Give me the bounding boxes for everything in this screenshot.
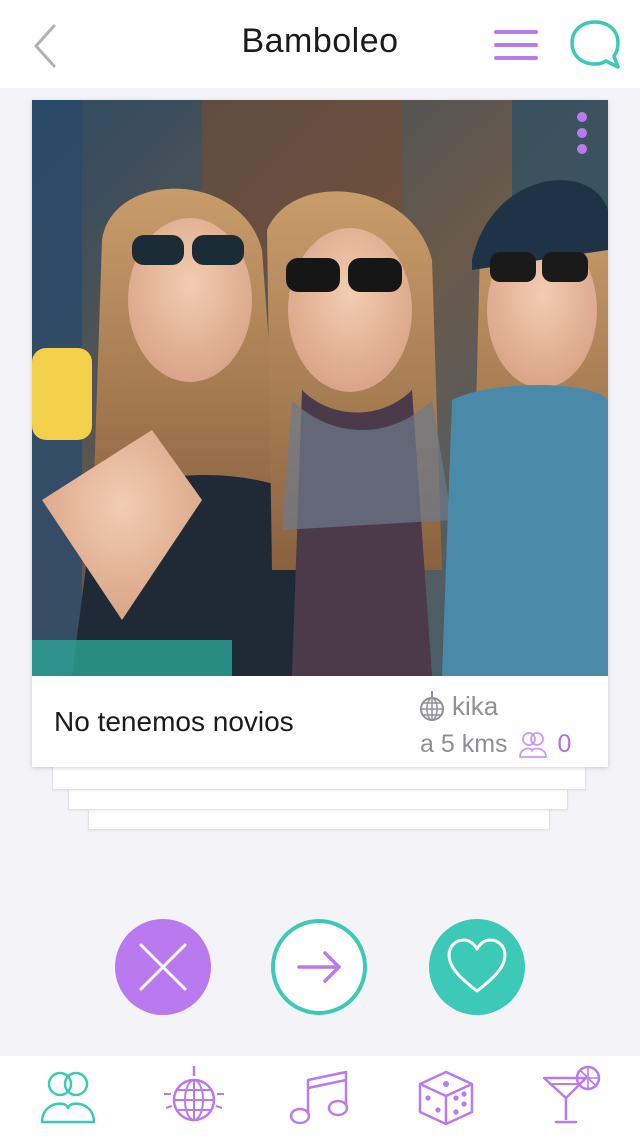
hamburger-menu-icon [494,30,538,60]
like-button[interactable] [429,919,525,1015]
page-title: Bamboleo [241,22,399,60]
arrow-right-icon [297,951,341,983]
reject-button[interactable] [115,919,211,1015]
group-selfie-photo [32,100,608,676]
top-bar: Bamboleo [0,0,640,88]
card-title: No tenemos novios [54,706,294,737]
profile-card[interactable]: No tenemos novios kika a 5 kms 0 [32,100,608,767]
distance-label: a 5 kms [420,729,508,758]
author-name: kika [452,690,499,721]
more-options-button[interactable] [574,110,590,156]
author-row[interactable]: kika [418,690,498,722]
bottom-tab-bar [0,1056,640,1136]
heart-icon [447,938,507,993]
menu-button[interactable] [494,28,538,62]
close-x-icon [139,943,187,991]
meta-row: a 5 kms 0 [420,728,571,760]
group-people-icon [518,732,547,758]
group-people-icon [40,1071,96,1124]
disco-ball-icon [420,691,444,721]
vertical-dots-icon [577,112,587,154]
group-count: 0 [557,729,572,758]
tab-groups[interactable] [36,1064,100,1128]
tab-drinks[interactable] [540,1064,604,1128]
card-footer: No tenemos novios kika a 5 kms 0 [32,676,608,767]
next-button[interactable] [271,919,367,1015]
music-note-icon [289,1070,349,1125]
dice-icon [418,1070,474,1126]
tab-music[interactable] [288,1064,352,1128]
tab-party[interactable] [162,1064,226,1128]
disco-ball-icon [164,1066,224,1122]
chat-button[interactable] [568,18,622,72]
chat-bubble-icon [570,20,620,69]
cocktail-icon [542,1065,601,1124]
tab-games[interactable] [414,1064,478,1128]
